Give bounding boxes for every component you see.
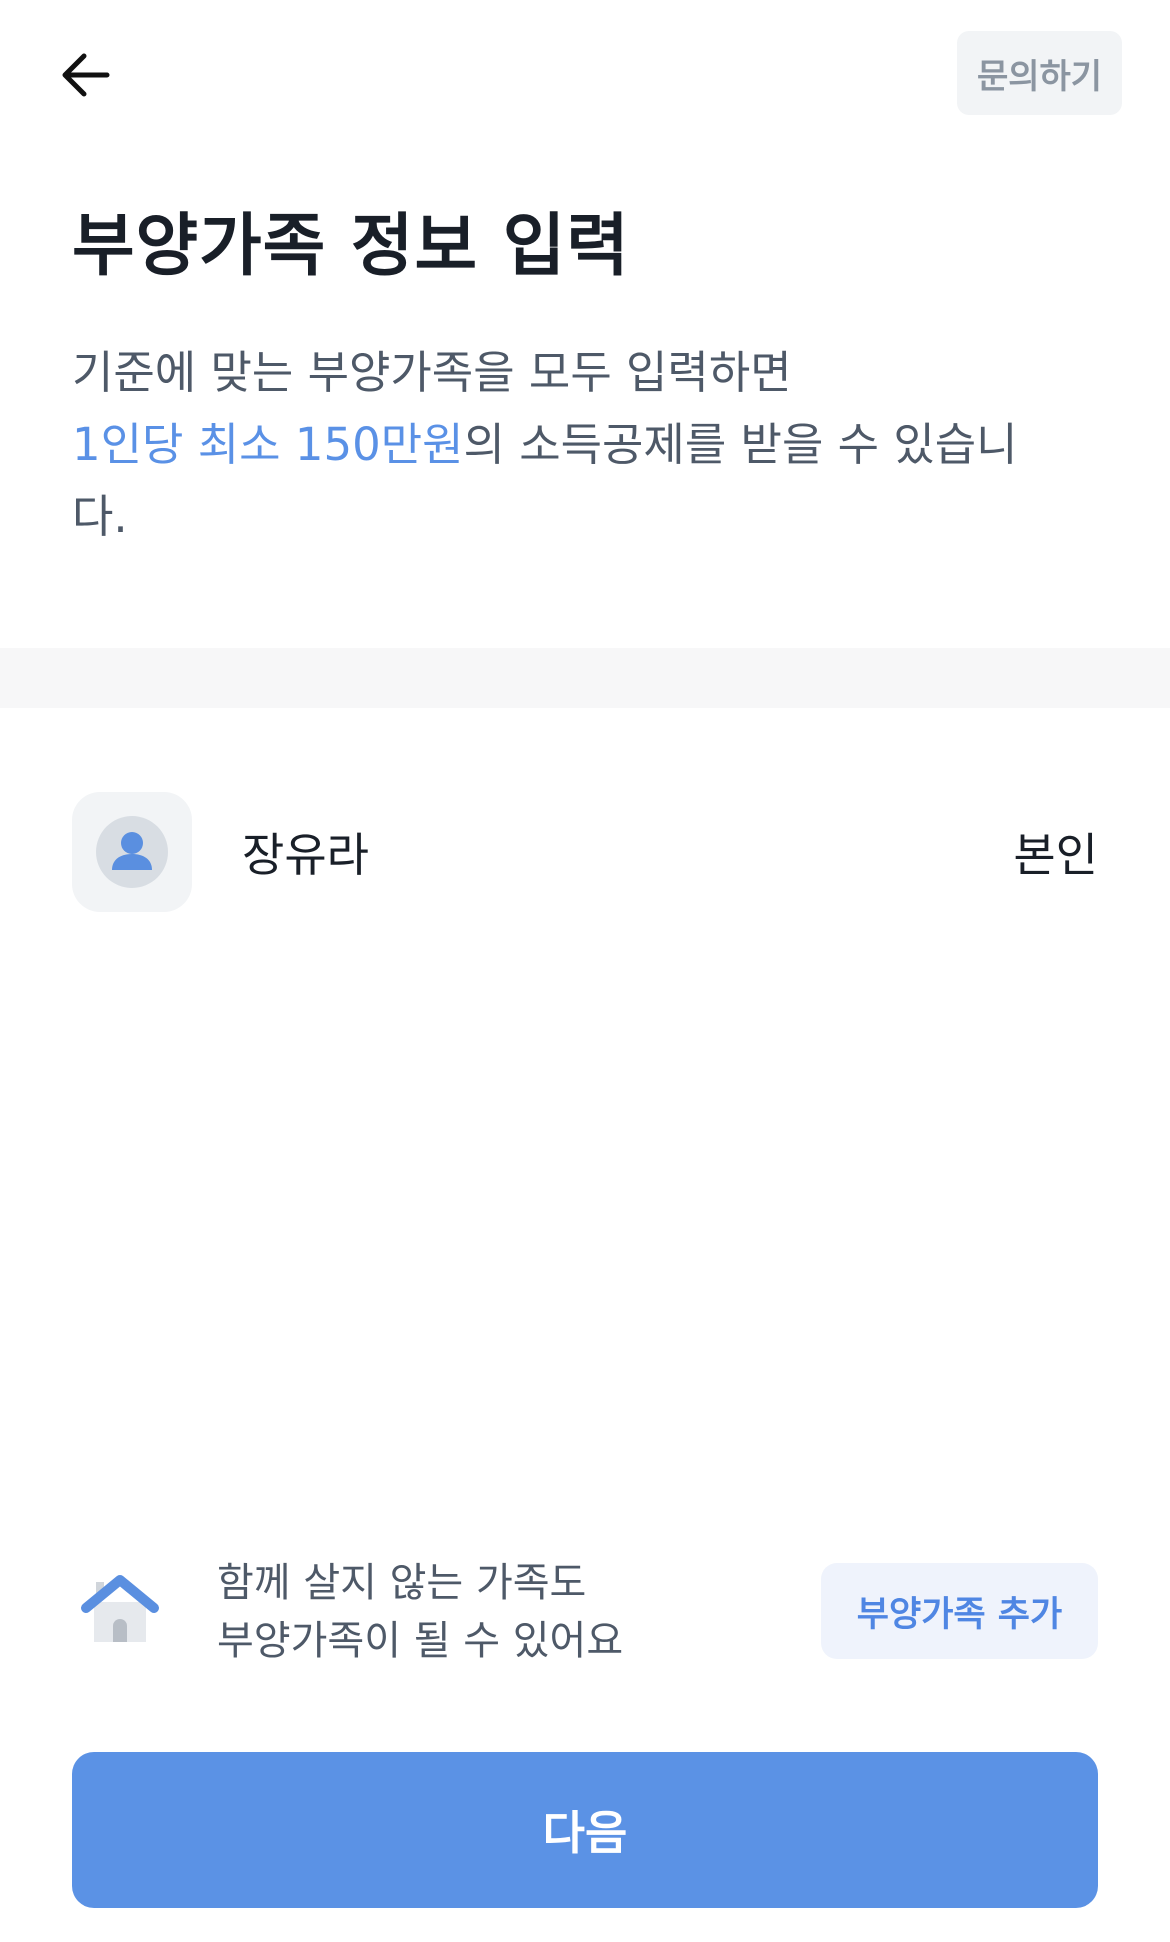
person-avatar-icon bbox=[96, 816, 168, 888]
member-relation: 본인 bbox=[1013, 828, 1098, 882]
description-highlight: 1인당 최소 150만원 bbox=[72, 418, 464, 471]
section-divider bbox=[0, 648, 1170, 708]
notice-text: 함께 살지 않는 가족도 부양가족이 될 수 있어요 bbox=[217, 1554, 623, 1670]
description: 기준에 맞는 부양가족을 모두 입력하면 1인당 최소 150만원의 소득공제를… bbox=[72, 337, 1062, 553]
add-dependent-button[interactable]: 부양가족 추가 bbox=[821, 1563, 1098, 1659]
description-line1: 기준에 맞는 부양가족을 모두 입력하면 bbox=[72, 346, 792, 399]
notice-line2: 부양가족이 될 수 있어요 bbox=[217, 1618, 624, 1664]
page-title: 부양가족 정보 입력 bbox=[72, 207, 630, 286]
arrow-left-icon bbox=[62, 53, 110, 97]
house-icon bbox=[80, 1568, 160, 1648]
back-button[interactable] bbox=[50, 40, 120, 110]
dependent-list-item[interactable]: 장유라 본인 bbox=[72, 792, 1098, 912]
avatar bbox=[72, 792, 192, 912]
next-button[interactable]: 다음 bbox=[72, 1752, 1098, 1908]
member-name: 장유라 bbox=[242, 828, 369, 882]
notice-line1: 함께 살지 않는 가족도 bbox=[217, 1560, 587, 1606]
inquiry-button[interactable]: 문의하기 bbox=[957, 31, 1122, 115]
